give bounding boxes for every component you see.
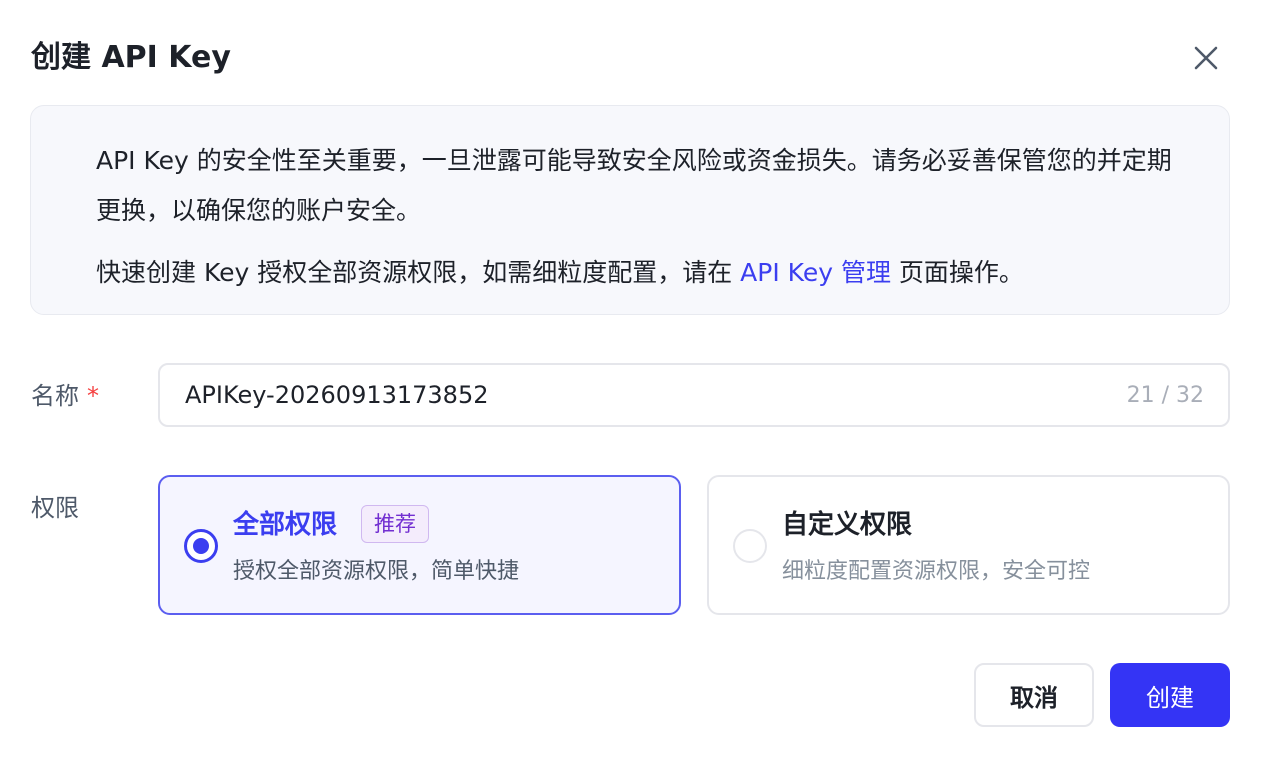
- name-label: 名称 *: [31, 376, 99, 416]
- radio-selected-icon[interactable]: [184, 529, 218, 563]
- option-title: 自定义权限: [782, 510, 913, 540]
- dialog-title: 创建 API Key: [31, 40, 231, 75]
- option-description: 授权全部资源权限，简单快捷: [233, 559, 520, 584]
- char-counter: 21 / 32: [1126, 382, 1204, 408]
- name-input[interactable]: [185, 381, 1127, 409]
- required-mark: *: [87, 382, 99, 410]
- create-api-key-dialog: 创建 API Key API Key 的安全性至关重要，一旦泄露可能导致安全风险…: [0, 0, 1268, 768]
- name-label-text: 名称: [31, 382, 79, 410]
- notice-text-prefix: 快速创建 Key 授权全部资源权限，如需细粒度配置，请在: [96, 258, 741, 287]
- api-key-management-link[interactable]: API Key 管理: [740, 258, 891, 287]
- notice-security-text: API Key 的安全性至关重要，一旦泄露可能导致安全风险或资金损失。请务必妥善…: [96, 146, 1172, 225]
- name-input-wrapper[interactable]: 21 / 32: [158, 363, 1230, 427]
- recommended-badge: 推荐: [361, 505, 429, 543]
- permission-label: 权限: [31, 494, 79, 522]
- radio-unselected-icon[interactable]: [733, 529, 767, 563]
- close-button[interactable]: [1186, 38, 1226, 78]
- notice-text-suffix: 页面操作。: [890, 258, 1024, 287]
- option-description: 细粒度配置资源权限，安全可控: [782, 559, 1091, 584]
- permission-option-custom[interactable]: 自定义权限 细粒度配置资源权限，安全可控: [707, 475, 1230, 615]
- cancel-button[interactable]: 取消: [974, 663, 1094, 727]
- permission-option-full[interactable]: 全部权限 推荐 授权全部资源权限，简单快捷: [158, 475, 681, 615]
- security-notice: API Key 的安全性至关重要，一旦泄露可能导致安全风险或资金损失。请务必妥善…: [30, 105, 1230, 315]
- close-icon: [1194, 46, 1218, 70]
- create-button[interactable]: 创建: [1110, 663, 1230, 727]
- option-title: 全部权限: [233, 510, 338, 540]
- notice-quick-create-text: 快速创建 Key 授权全部资源权限，如需细粒度配置，请在 API Key 管理 …: [96, 248, 1189, 298]
